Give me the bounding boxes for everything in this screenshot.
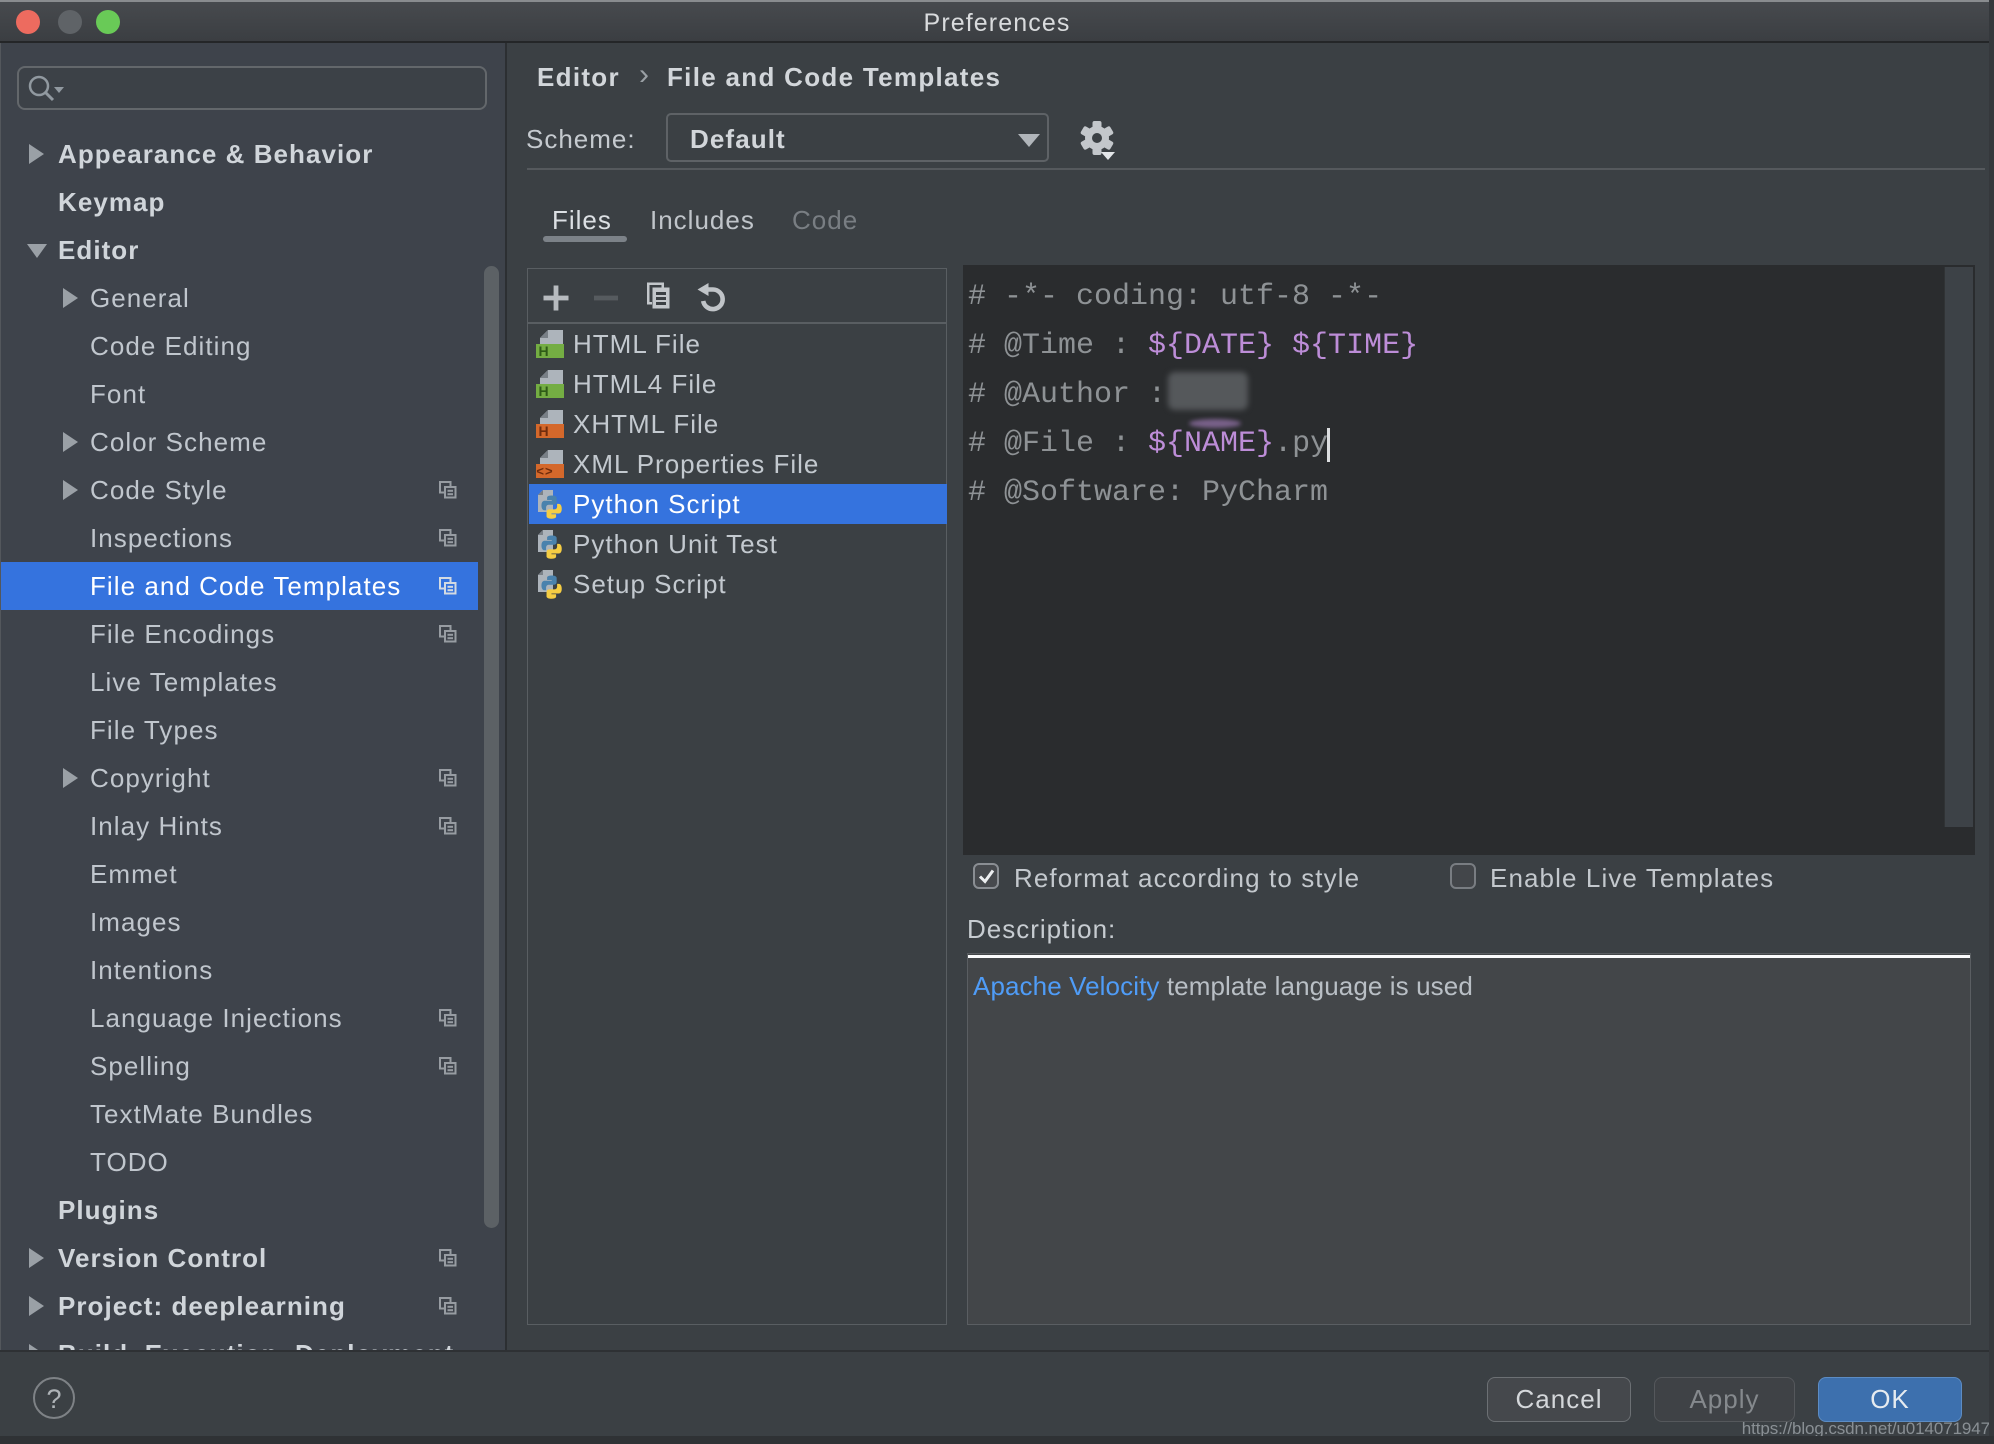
svg-text:H: H [538,383,549,399]
svg-text:H: H [538,423,549,439]
svg-text:<>: <> [536,464,553,479]
svg-text:H: H [538,343,549,359]
